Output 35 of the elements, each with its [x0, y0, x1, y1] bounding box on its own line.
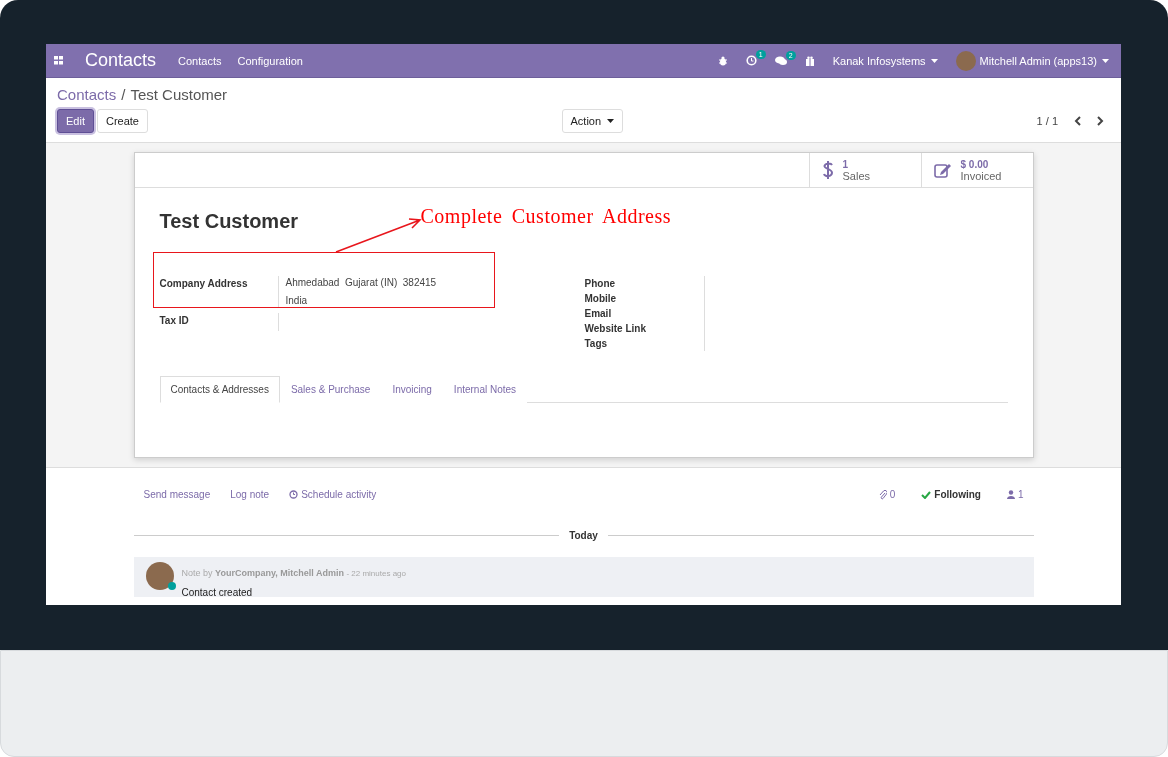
menu-link[interactable]: Configuration — [237, 54, 303, 67]
message-body: Contact created — [181, 587, 254, 598]
breadcrumb-link[interactable]: Contacts — [57, 86, 117, 103]
breadcrumb-separator: / — [121, 86, 126, 103]
field-label: Phone — [584, 277, 617, 291]
annotation-text: Complete Customer Address — [420, 205, 671, 228]
breadcrumb-current: Test Customer — [130, 86, 228, 103]
follower-count[interactable]: 1 — [1006, 489, 1024, 500]
smart-button[interactable]: 1 Sales — [808, 153, 921, 187]
field-label: Mobile — [584, 292, 618, 306]
chatter-link[interactable]: Schedule activity — [289, 489, 377, 500]
edit-button[interactable]: Edit — [57, 109, 94, 133]
address-text: India — [285, 295, 309, 306]
notebook-tab[interactable]: Contacts & Addresses — [159, 376, 280, 403]
field-label: Company Address — [159, 276, 279, 307]
following-button[interactable]: Following — [915, 488, 987, 501]
chatter-link[interactable]: Send message — [143, 489, 211, 500]
field-label: Tax ID — [159, 313, 279, 331]
message-meta: Note by YourCompany, Mitchell Admin - 22 minutes ago — [181, 568, 406, 578]
menu-link[interactable]: Contacts — [178, 54, 222, 67]
app-title: Contacts — [85, 50, 157, 71]
attachment-count[interactable]: 0 — [878, 489, 896, 500]
smart-button[interactable]: $ 0.00 Invoiced — [920, 153, 1033, 187]
chatter-link[interactable]: Log note — [230, 489, 270, 500]
address-text: Ahmedabad Gujarat (IN) 382415 — [285, 277, 437, 288]
user-menu[interactable]: Mitchell Admin (apps13) — [979, 54, 1109, 67]
field-label: Website Link — [584, 322, 647, 336]
record-title: Test Customer — [159, 210, 299, 233]
field-label: Tags — [584, 337, 609, 351]
create-button[interactable]: Create — [96, 109, 148, 133]
field-label: Email — [584, 307, 613, 321]
date-separator: Today — [569, 530, 598, 541]
pager-text: 1 / 1 — [1036, 115, 1058, 127]
company-switcher[interactable]: Kanak Infosystems — [832, 54, 938, 67]
action-dropdown[interactable]: Action — [561, 109, 624, 133]
